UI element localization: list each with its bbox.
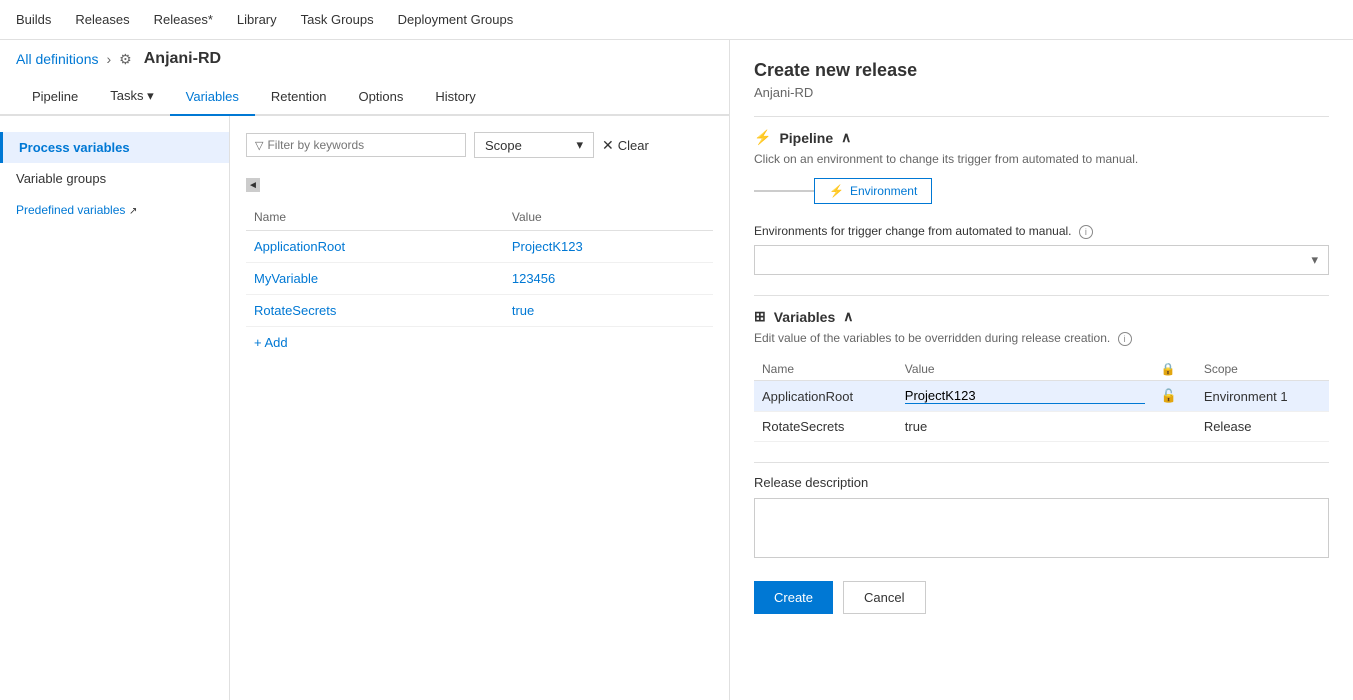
cancel-button[interactable]: Cancel — [843, 581, 925, 614]
table-row: ApplicationRoot 🔓 Environment 1 — [754, 381, 1329, 412]
variables-override-table: Name Value 🔒 Scope ApplicationRoot 🔓 Env… — [754, 358, 1329, 442]
definition-icon: ⚙ — [119, 51, 132, 68]
table-row: ApplicationRoot ProjectK123 — [246, 231, 713, 263]
pipeline-lightning-icon: ⚡ — [754, 129, 771, 146]
nav-releases-star[interactable]: Releases* — [154, 12, 213, 27]
var-value-2: true — [512, 303, 534, 318]
breadcrumb-chevron: › — [107, 51, 112, 67]
override-var-scope-1: Release — [1196, 412, 1329, 442]
override-col-lock-header: 🔒 — [1153, 358, 1196, 381]
variables-section-header: ⊞ Variables ∧ — [754, 308, 1329, 325]
variables-override-section: ⊞ Variables ∧ Edit value of the variable… — [754, 308, 1329, 442]
variables-info-icon[interactable]: i — [1118, 332, 1132, 346]
scope-dropdown-icon: ▾ — [576, 137, 583, 153]
env-dropdown-chevron: ▾ — [1311, 252, 1318, 268]
clear-label: Clear — [618, 138, 649, 153]
environments-label: Environments for trigger change from aut… — [754, 224, 1329, 239]
var-value-1: 123456 — [512, 271, 555, 286]
nav-deployment-groups[interactable]: Deployment Groups — [398, 12, 514, 27]
pipeline-collapse-icon[interactable]: ∧ — [841, 129, 851, 146]
override-var-name-1: RotateSecrets — [754, 412, 897, 442]
nav-releases[interactable]: Releases — [75, 12, 129, 27]
tasks-caret: ▾ — [147, 88, 154, 103]
all-definitions-link[interactable]: All definitions — [16, 51, 99, 67]
nav-task-groups[interactable]: Task Groups — [301, 12, 374, 27]
right-panel: Create new release Anjani-RD ⚡ Pipeline … — [730, 40, 1353, 700]
sidebar-item-variable-groups[interactable]: Variable groups — [0, 163, 229, 194]
variables-table: Name Value ApplicationRoot ProjectK123 M… — [246, 204, 713, 327]
table-row: RotateSecrets true — [246, 295, 713, 327]
release-desc-textarea[interactable] — [754, 498, 1329, 558]
filter-input-wrap: ▽ — [246, 133, 466, 157]
top-nav: Builds Releases Releases* Library Task G… — [0, 0, 1353, 40]
environment-button[interactable]: ⚡ Environment — [814, 178, 932, 204]
scroll-left-arrow[interactable]: ◄ — [246, 178, 260, 192]
clear-button[interactable]: ✕ Clear — [602, 137, 649, 154]
override-var-name-0: ApplicationRoot — [754, 381, 897, 412]
filter-input[interactable] — [267, 138, 457, 152]
variables-collapse-icon[interactable]: ∧ — [843, 308, 853, 325]
sub-nav: Pipeline Tasks ▾ Variables Retention Opt… — [0, 78, 729, 116]
pipeline-section-header: ⚡ Pipeline ∧ — [754, 129, 1329, 146]
pipeline-line — [754, 190, 814, 192]
definition-title: Anjani-RD — [144, 50, 221, 68]
release-description-section: Release description — [754, 475, 1329, 561]
var-value-0: ProjectK123 — [512, 239, 583, 254]
tab-tasks[interactable]: Tasks ▾ — [94, 78, 169, 116]
scope-dropdown[interactable]: Scope ▾ — [474, 132, 594, 158]
breadcrumb: All definitions › ⚙ Anjani-RD — [0, 40, 729, 78]
scope-label: Scope — [485, 138, 522, 153]
override-var-value-input-0[interactable] — [905, 388, 1145, 404]
environments-info-icon[interactable]: i — [1079, 225, 1093, 239]
tab-history[interactable]: History — [419, 79, 491, 116]
predefined-variables-link[interactable]: Predefined variables — [16, 203, 125, 217]
filter-icon: ▽ — [255, 139, 263, 152]
tab-pipeline[interactable]: Pipeline — [16, 79, 94, 116]
override-col-scope-header: Scope — [1196, 358, 1329, 381]
sidebar-item-predefined-variables[interactable]: Predefined variables ↗ — [0, 194, 229, 225]
col-name-header: Name — [246, 204, 504, 231]
panel-subtitle: Anjani-RD — [754, 85, 1329, 100]
override-var-scope-0: Environment 1 — [1196, 381, 1329, 412]
pipeline-section-label: Pipeline — [779, 130, 833, 146]
table-row: RotateSecrets true Release — [754, 412, 1329, 442]
pipeline-env: ⚡ Environment — [754, 178, 1329, 204]
filter-bar: ▽ Scope ▾ ✕ Clear — [246, 132, 713, 158]
override-col-name-header: Name — [754, 358, 897, 381]
add-variable-button[interactable]: + Add — [246, 327, 713, 358]
override-var-value-1: true — [905, 419, 927, 434]
external-link-icon: ↗ — [129, 206, 137, 217]
clear-x-icon: ✕ — [602, 137, 614, 154]
environments-dropdown[interactable]: ▾ — [754, 245, 1329, 275]
override-col-value-header: Value — [897, 358, 1153, 381]
pipeline-section: ⚡ Pipeline ∧ Click on an environment to … — [754, 129, 1329, 204]
variables-grid-icon: ⊞ — [754, 308, 766, 325]
nav-library[interactable]: Library — [237, 12, 277, 27]
scrollbar-hint: ◄ — [246, 174, 713, 196]
pipeline-description: Click on an environment to change its tr… — [754, 152, 1329, 166]
nav-builds[interactable]: Builds — [16, 12, 51, 27]
env-btn-label: Environment — [850, 184, 917, 198]
var-name-0[interactable]: ApplicationRoot — [254, 239, 345, 254]
env-bolt-icon: ⚡ — [829, 184, 844, 198]
panel-title: Create new release — [754, 60, 1329, 81]
sidebar-item-process-variables[interactable]: Process variables — [0, 132, 229, 163]
variables-area: ▽ Scope ▾ ✕ Clear ◄ — [230, 116, 729, 700]
tab-variables[interactable]: Variables — [170, 79, 255, 116]
variables-description: Edit value of the variables to be overri… — [754, 331, 1329, 346]
create-button[interactable]: Create — [754, 581, 833, 614]
var-name-2[interactable]: RotateSecrets — [254, 303, 336, 318]
var-name-1[interactable]: MyVariable — [254, 271, 318, 286]
col-value-header: Value — [504, 204, 713, 231]
lock-icon-0[interactable]: 🔓 — [1161, 388, 1177, 403]
sidebar: Process variables Variable groups Predef… — [0, 116, 230, 700]
tab-options[interactable]: Options — [343, 79, 420, 116]
tab-retention[interactable]: Retention — [255, 79, 343, 116]
release-desc-label: Release description — [754, 475, 1329, 490]
table-row: MyVariable 123456 — [246, 263, 713, 295]
variables-section-label: Variables — [774, 309, 836, 325]
environments-section: Environments for trigger change from aut… — [754, 224, 1329, 275]
action-buttons: Create Cancel — [754, 581, 1329, 614]
